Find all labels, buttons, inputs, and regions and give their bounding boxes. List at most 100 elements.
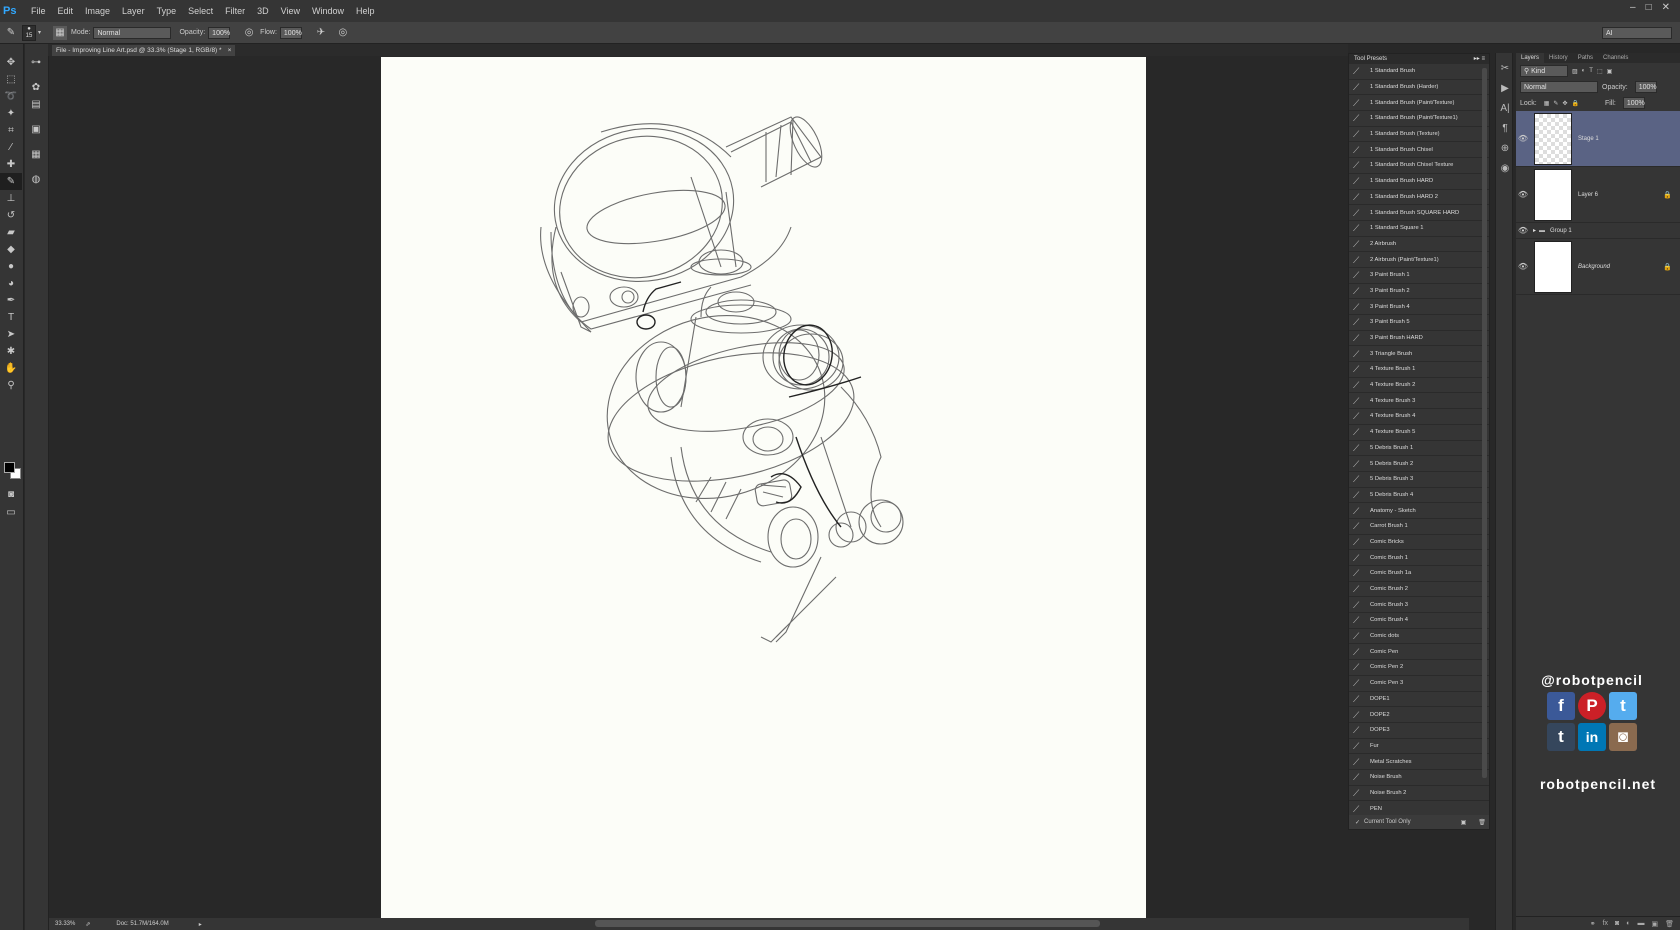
panel-menu-icon[interactable]: ▸▸ ≡: [1474, 54, 1485, 64]
tab-history[interactable]: History: [1544, 53, 1573, 63]
tool-preset-item[interactable]: ⟋ 1 Standard Brush (Harder): [1349, 80, 1489, 96]
shape-tool-icon[interactable]: ✱: [0, 343, 22, 360]
tool-preset-item[interactable]: ⟋ 4 Texture Brush 5: [1349, 425, 1489, 441]
tool-preset-item[interactable]: ⟋ DOPE1: [1349, 692, 1489, 708]
tool-preset-item[interactable]: ⟋ 2 Airbrush: [1349, 237, 1489, 253]
menu-select[interactable]: Select: [182, 0, 219, 22]
lock-image-icon[interactable]: ✎: [1553, 100, 1558, 107]
tool-preset-item[interactable]: ⟋ 5 Debris Brush 4: [1349, 488, 1489, 504]
paragraph-icon[interactable]: ¶: [1496, 119, 1514, 139]
brush-settings-icon[interactable]: ⊶: [25, 54, 47, 71]
layer-row-background[interactable]: 👁 Background 🔒: [1516, 239, 1680, 295]
tool-preset-item[interactable]: ⟋ Noise Brush 2: [1349, 786, 1489, 802]
export-icon[interactable]: ⇗: [85, 921, 90, 928]
foreground-color-swatch[interactable]: [4, 462, 15, 473]
character-icon[interactable]: A|: [1496, 99, 1514, 119]
layer-row-stage-1[interactable]: 👁 Stage 1: [1516, 111, 1680, 167]
tool-preset-item[interactable]: ⟋ 3 Paint Brush 2: [1349, 284, 1489, 300]
link-layers-icon[interactable]: ⚭: [1590, 920, 1596, 928]
tool-preset-item[interactable]: ⟋ Comic Brush 1a: [1349, 566, 1489, 582]
filter-shape-icon[interactable]: ⬚: [1597, 68, 1603, 75]
visibility-eye-icon[interactable]: 👁: [1516, 262, 1530, 271]
pressure-size-icon[interactable]: ◎: [336, 26, 350, 40]
flow-field[interactable]: 100%: [279, 26, 302, 39]
tool-preset-item[interactable]: ⟋ 3 Paint Brush 1: [1349, 268, 1489, 284]
tool-preset-item[interactable]: ⟋ 3 Paint Brush 5: [1349, 315, 1489, 331]
new-preset-icon[interactable]: ▣: [1461, 819, 1467, 826]
tool-preset-item[interactable]: ⟋ 1 Standard Brush SQUARE HARD: [1349, 205, 1489, 221]
document-tab[interactable]: File - Improving Line Art.psd @ 33.3% (S…: [52, 45, 236, 56]
current-tool-only-label[interactable]: Current Tool Only: [1364, 819, 1411, 825]
menu-view[interactable]: View: [275, 0, 306, 22]
tool-preset-item[interactable]: ⟋ Metal Scratches: [1349, 754, 1489, 770]
filter-adjustment-icon[interactable]: ◐: [1582, 68, 1586, 74]
tab-layers[interactable]: Layers: [1516, 53, 1545, 63]
tool-preset-item[interactable]: ⟋ 1 Standard Brush (Paint/Texture): [1349, 95, 1489, 112]
hand-tool-icon[interactable]: ✋: [0, 360, 22, 377]
lock-position-icon[interactable]: ✥: [1562, 100, 1567, 107]
tool-preset-item[interactable]: ⟋ Comic Pen 2: [1349, 660, 1489, 676]
styles-icon[interactable]: ◍: [25, 171, 47, 188]
brush-presets-icon[interactable]: ✿: [25, 79, 47, 96]
pen-tool-icon[interactable]: ✒: [0, 292, 22, 309]
lasso-tool-icon[interactable]: ➰: [0, 88, 22, 105]
blur-tool-icon[interactable]: ●: [0, 258, 22, 275]
filter-pixel-icon[interactable]: ▨: [1572, 68, 1578, 75]
opacity-field[interactable]: 100%: [208, 26, 231, 39]
group-name[interactable]: Group 1: [1550, 228, 1572, 234]
expand-arrow-icon[interactable]: ▸: [1533, 227, 1536, 234]
layer-row-layer-6[interactable]: 👁 Layer 6 🔒: [1516, 167, 1680, 223]
brush-size-preview[interactable]: ● 15: [22, 24, 36, 41]
restore-button[interactable]: □: [1646, 2, 1652, 13]
filter-type-icon[interactable]: T: [1589, 68, 1593, 74]
blend-mode-select[interactable]: Normal: [1520, 81, 1598, 93]
tool-preset-item[interactable]: ⟋ 5 Debris Brush 3: [1349, 472, 1489, 488]
menu-layer[interactable]: Layer: [116, 0, 151, 22]
adjustments-icon[interactable]: ◉: [1496, 159, 1514, 179]
chevron-down-icon[interactable]: ▾: [38, 29, 41, 36]
quick-mask-icon[interactable]: ◙: [0, 486, 22, 503]
adjustment-layer-icon[interactable]: ◐: [1626, 920, 1630, 927]
tool-preset-item[interactable]: ⟋ 3 Paint Brush HARD: [1349, 331, 1489, 347]
tool-preset-item[interactable]: ⟋ Carrot Brush 1: [1349, 519, 1489, 535]
tool-preset-item[interactable]: ⟋ 5 Debris Brush 1: [1349, 441, 1489, 457]
tool-preset-item[interactable]: ⟋ 4 Texture Brush 2: [1349, 378, 1489, 394]
tool-preset-item[interactable]: ⟋ Comic Pen: [1349, 644, 1489, 661]
healing-brush-tool-icon[interactable]: ✚: [0, 156, 22, 173]
brush-tool-icon[interactable]: ✎: [0, 173, 22, 190]
menu-help[interactable]: Help: [350, 0, 381, 22]
tool-preset-item[interactable]: ⟋ Comic Brush 3: [1349, 597, 1489, 614]
tool-presets-scrollbar[interactable]: [1482, 68, 1487, 778]
tool-preset-item[interactable]: ⟋ Comic dots: [1349, 629, 1489, 645]
mode-select[interactable]: Normal: [93, 26, 172, 39]
layer-group-row[interactable]: 👁 ▸ ▬ Group 1: [1516, 223, 1680, 239]
delete-layer-icon[interactable]: 🗑: [1665, 920, 1674, 928]
menu-image[interactable]: Image: [79, 0, 116, 22]
tool-preset-item[interactable]: ⟋ 1 Standard Brush HARD 2: [1349, 190, 1489, 206]
status-menu-arrow-icon[interactable]: ▸: [199, 921, 202, 928]
tool-preset-item[interactable]: ⟋ 1 Standard Brush: [1349, 64, 1489, 80]
new-group-icon[interactable]: ▬: [1637, 920, 1644, 927]
tool-preset-item[interactable]: ⟋ 1 Standard Square 1: [1349, 221, 1489, 237]
menu-type[interactable]: Type: [151, 0, 183, 22]
quick-select-tool-icon[interactable]: ✦: [0, 105, 22, 122]
path-selection-tool-icon[interactable]: ➤: [0, 326, 22, 343]
horizontal-scrollbar[interactable]: [595, 920, 1100, 927]
layer-name[interactable]: Stage 1: [1578, 136, 1599, 142]
visibility-eye-icon[interactable]: 👁: [1516, 190, 1530, 199]
screen-mode-icon[interactable]: ▭: [0, 504, 22, 521]
close-window-button[interactable]: ✕: [1662, 2, 1670, 13]
visibility-eye-icon[interactable]: 👁: [1516, 134, 1530, 143]
tool-preset-item[interactable]: ⟋ 4 Texture Brush 4: [1349, 409, 1489, 425]
tool-preset-item[interactable]: ⟋ 2 Airbrush (Paint/Texture1): [1349, 252, 1489, 268]
menu-3d[interactable]: 3D: [251, 0, 275, 22]
clone-stamp-tool-icon[interactable]: ⊥: [0, 190, 22, 207]
lock-transparent-icon[interactable]: ▦: [1544, 100, 1550, 107]
tool-presets-icon[interactable]: ▤: [25, 96, 47, 113]
clone-source-icon[interactable]: ⊕: [1496, 139, 1514, 159]
tool-preset-item[interactable]: ⟋ 1 Standard Brush Chisel Texture: [1349, 158, 1489, 174]
layer-name[interactable]: Background: [1578, 264, 1610, 270]
tool-preset-item[interactable]: ⟋ Noise Brush: [1349, 770, 1489, 786]
zoom-tool-icon[interactable]: ⚲: [0, 377, 22, 394]
pressure-opacity-icon[interactable]: ◎: [242, 26, 256, 40]
